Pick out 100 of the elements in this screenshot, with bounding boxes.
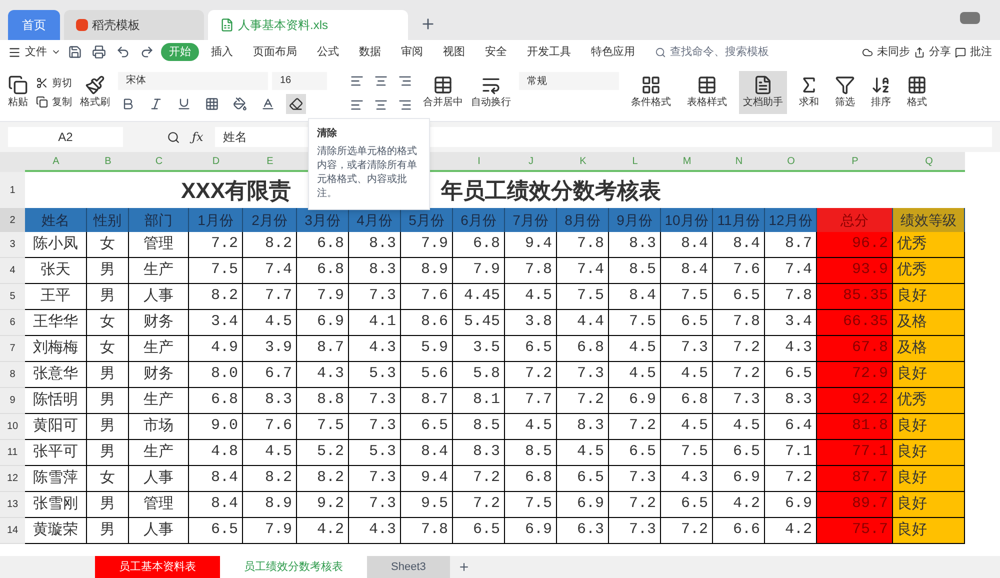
table-cell: 7.9 bbox=[243, 518, 297, 544]
table-cell: 67.8 bbox=[817, 336, 893, 362]
table-cell: 7.7 bbox=[243, 284, 297, 310]
table-cell: 5.2 bbox=[297, 440, 349, 466]
table-cell: 7.3 bbox=[609, 518, 661, 544]
table-cell: 8.7 bbox=[297, 336, 349, 362]
table-cell: 6.9 bbox=[297, 310, 349, 336]
table-cell: 8.3 bbox=[349, 232, 401, 258]
table-cell: 8.5 bbox=[453, 414, 505, 440]
table-cell: 张雪刚 bbox=[25, 492, 87, 518]
table-cell: 6.5 bbox=[453, 518, 505, 544]
table-cell: 7.5 bbox=[189, 258, 243, 284]
table-cell: 7.3 bbox=[609, 466, 661, 492]
table-cell: 7.3 bbox=[349, 414, 401, 440]
table-cell: 优秀 bbox=[893, 232, 965, 258]
table-cell: 张意华 bbox=[25, 362, 87, 388]
table-cell: 4.5 bbox=[609, 362, 661, 388]
table-cell: 4.1 bbox=[349, 310, 401, 336]
table-cell: 7.7 bbox=[505, 388, 557, 414]
tooltip-title: 清除 bbox=[317, 127, 338, 141]
table-cell: 8.7 bbox=[401, 388, 453, 414]
table-cell: 6.5 bbox=[189, 518, 243, 544]
table-cell: 66.35 bbox=[817, 310, 893, 336]
table-cell: 男 bbox=[87, 518, 129, 544]
table-cell: 张天 bbox=[25, 258, 87, 284]
table-cell: 7.2 bbox=[713, 336, 765, 362]
table-cell: 5.9 bbox=[401, 336, 453, 362]
table-cell: 刘梅梅 bbox=[25, 336, 87, 362]
column-title: 9月份 bbox=[609, 208, 661, 232]
table-cell: 75.7 bbox=[817, 518, 893, 544]
table-cell: 4.3 bbox=[661, 466, 713, 492]
table-cell: 8.5 bbox=[609, 258, 661, 284]
table-cell: 管理 bbox=[129, 232, 189, 258]
table-cell: 9.4 bbox=[505, 232, 557, 258]
table-cell: 7.3 bbox=[349, 492, 401, 518]
table-cell: 5.45 bbox=[453, 310, 505, 336]
sheet-title: XXX有限责 bbox=[180, 176, 292, 204]
table-cell: 72.9 bbox=[817, 362, 893, 388]
table-cell: 7.3 bbox=[557, 362, 609, 388]
table-cell: 女 bbox=[87, 336, 129, 362]
table-cell: 财务 bbox=[129, 310, 189, 336]
column-title: 1月份 bbox=[189, 208, 243, 232]
table-cell: 3.5 bbox=[453, 336, 505, 362]
table-cell: 4.9 bbox=[189, 336, 243, 362]
table-cell: 8.4 bbox=[189, 466, 243, 492]
table-cell: 6.9 bbox=[713, 466, 765, 492]
table-cell: 8.9 bbox=[243, 492, 297, 518]
table-cell: 8.4 bbox=[401, 440, 453, 466]
table-cell: 良好 bbox=[893, 440, 965, 466]
table-cell: 7.5 bbox=[297, 414, 349, 440]
table-cell: 黄阳可 bbox=[25, 414, 87, 440]
table-cell: 92.2 bbox=[817, 388, 893, 414]
table-cell: 7.5 bbox=[661, 284, 713, 310]
table-cell: 市场 bbox=[129, 414, 189, 440]
table-cell: 王华华 bbox=[25, 310, 87, 336]
table-cell: 8.4 bbox=[713, 232, 765, 258]
table-cell: 9.2 bbox=[297, 492, 349, 518]
table-cell: 6.5 bbox=[401, 414, 453, 440]
table-cell: 87.7 bbox=[817, 466, 893, 492]
table-cell: 4.5 bbox=[609, 336, 661, 362]
table-cell: 8.5 bbox=[505, 440, 557, 466]
table-cell: 6.9 bbox=[609, 388, 661, 414]
table-cell: 7.5 bbox=[557, 284, 609, 310]
table-cell: 6.8 bbox=[505, 466, 557, 492]
table-cell: 女 bbox=[87, 232, 129, 258]
table-cell: 8.2 bbox=[297, 466, 349, 492]
table-cell: 4.3 bbox=[349, 518, 401, 544]
table-cell: 7.3 bbox=[349, 466, 401, 492]
table-cell: 6.8 bbox=[557, 336, 609, 362]
table-cell: 良好 bbox=[893, 362, 965, 388]
table-cell: 8.3 bbox=[453, 440, 505, 466]
table-cell: 6.6 bbox=[713, 518, 765, 544]
table-cell: 81.8 bbox=[817, 414, 893, 440]
table-cell: 6.9 bbox=[505, 518, 557, 544]
table-cell: 4.3 bbox=[297, 362, 349, 388]
table-cell: 7.2 bbox=[661, 518, 713, 544]
table-cell: 9.5 bbox=[401, 492, 453, 518]
table-cell: 7.5 bbox=[661, 440, 713, 466]
column-title: 绩效等级 bbox=[893, 208, 965, 232]
table-cell: 8.4 bbox=[661, 232, 713, 258]
table-cell: 4.5 bbox=[243, 310, 297, 336]
table-cell: 8.1 bbox=[453, 388, 505, 414]
table-cell: 7.3 bbox=[661, 336, 713, 362]
column-title: 性别 bbox=[87, 208, 129, 232]
table-cell: 7.4 bbox=[557, 258, 609, 284]
column-title: 11月份 bbox=[713, 208, 765, 232]
table-cell: 4.5 bbox=[505, 284, 557, 310]
table-cell: 7.2 bbox=[453, 492, 505, 518]
table-cell: 7.3 bbox=[349, 284, 401, 310]
tooltip-text: 清除所选单元格的格式内容，或者清除所有单元格格式、内容或批注。 bbox=[317, 145, 418, 201]
table-cell: 男 bbox=[87, 388, 129, 414]
column-title: 总分 bbox=[817, 208, 893, 232]
table-cell: 及格 bbox=[893, 336, 965, 362]
table-cell: 3.8 bbox=[505, 310, 557, 336]
table-cell: 人事 bbox=[129, 466, 189, 492]
table-cell: 生产 bbox=[129, 336, 189, 362]
table-cell: 9.4 bbox=[401, 466, 453, 492]
table-cell: 5.8 bbox=[453, 362, 505, 388]
table-cell: 7.5 bbox=[505, 492, 557, 518]
table-cell: 7.9 bbox=[401, 232, 453, 258]
